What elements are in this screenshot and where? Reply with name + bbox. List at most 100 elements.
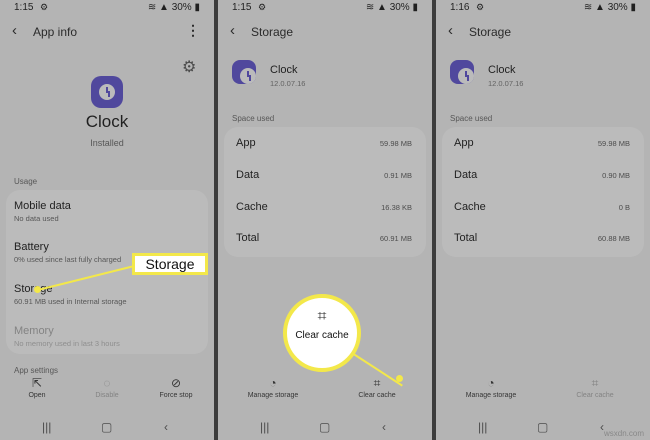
row-value: 59.98 MB (379, 139, 412, 148)
system-nav-bar: ||| ▢ ‹ (0, 414, 214, 440)
item-subtitle: 0% used since last fully charged (14, 255, 122, 264)
back-arrow-icon[interactable]: ‹ (230, 22, 235, 39)
screen-title: App info (33, 25, 78, 39)
row-label: Data (454, 169, 478, 181)
screen-title: Storage (251, 25, 294, 39)
status-right: ≋ ▲ 30% ▮ (584, 2, 636, 13)
row-value: 0.90 MB (602, 171, 630, 180)
back-arrow-icon[interactable]: ‹ (448, 22, 453, 39)
space-used-card: App 59.98 MB Data 0.90 MB Cache 0 B Tota… (442, 127, 644, 257)
app-name: Clock (85, 112, 129, 131)
status-right: ≋ ▲ 30% ▮ (366, 2, 418, 13)
app-bar: ‹ App info ⋮ (12, 22, 204, 42)
storage-row-cache: Cache 16.38 KB (236, 201, 412, 219)
open-button[interactable]: ⇱ Open (2, 376, 72, 399)
screen-title: Storage (469, 25, 512, 39)
wifi-icon: ≋ (365, 2, 375, 13)
app-bar: ‹ Storage (230, 22, 422, 42)
space-used-header: Space used (450, 114, 493, 123)
recents-icon[interactable]: ||| (478, 420, 487, 434)
back-nav-icon[interactable]: ‹ (164, 420, 168, 434)
recents-icon[interactable]: ||| (42, 420, 51, 434)
storage-callout: Storage (132, 253, 208, 275)
battery-percent: 30% (171, 2, 192, 13)
wifi-icon: ≋ (583, 2, 593, 13)
usage-item-mobile-data[interactable]: Mobile data No data used (14, 200, 71, 223)
action-label: Disable (95, 392, 119, 399)
status-bar: 1:16 ⚙ ≋ ▲ 30% ▮ (450, 2, 636, 16)
status-bar: 1:15 ⚙ ≋ ▲ 30% ▮ (232, 2, 418, 16)
usage-section-header: Usage (14, 177, 38, 186)
home-icon[interactable]: ▢ (537, 420, 548, 434)
force-stop-button[interactable]: ⊘ Force stop (141, 376, 211, 399)
action-label: Clear cache (576, 392, 614, 399)
clock-app-icon (91, 76, 123, 108)
signal-icon: ▲ (377, 2, 387, 13)
storage-row-data: Data 0.90 MB (454, 169, 630, 187)
usage-item-storage[interactable]: Storage 60.91 MB used in Internal storag… (14, 283, 127, 306)
home-icon[interactable]: ▢ (101, 420, 112, 434)
status-right: ≋ ▲ 30% ▮ (148, 2, 200, 13)
app-version: 12.0.07.16 (270, 79, 306, 88)
bottom-action-bar: ⇱ Open ◌ Disable ⊘ Force stop (0, 376, 214, 410)
disable-button[interactable]: ◌ Disable (72, 376, 142, 399)
bottom-action-bar: ◔ Manage storage ⌗ Clear cache (436, 376, 650, 410)
row-label: Cache (236, 201, 268, 213)
open-external-icon: ⇱ (31, 376, 43, 390)
storage-row-total: Total 60.91 MB (236, 232, 412, 250)
callout-dot-storage (34, 286, 41, 293)
item-title: Memory (14, 325, 54, 337)
item-title: Storage (14, 283, 127, 295)
status-time: 1:15 (232, 2, 252, 13)
usage-item-battery[interactable]: Battery 0% used since last fully charged (14, 241, 121, 264)
app-bar: ‹ Storage (448, 22, 640, 42)
row-value: 0.91 MB (384, 171, 412, 180)
recents-icon[interactable]: ||| (260, 420, 269, 434)
more-options-icon[interactable]: ⋮ (186, 22, 200, 39)
clear-cache-spotlight: ⌗ Clear cache (283, 294, 361, 372)
spotlight-label: Clear cache (295, 330, 349, 341)
settings-gear-icon[interactable]: ⚙ (182, 60, 198, 76)
manage-storage-button[interactable]: ◔ Manage storage (456, 376, 526, 399)
item-title: Battery (14, 241, 49, 253)
pie-chart-icon: ◔ (269, 376, 277, 390)
battery-percent: 30% (389, 2, 410, 13)
battery-icon: ▮ (412, 2, 418, 13)
item-title: Mobile data (14, 200, 71, 212)
status-gear-icon: ⚙ (40, 2, 49, 12)
row-value: 60.91 MB (379, 234, 412, 243)
app-settings-section-header: App settings (14, 366, 59, 375)
app-info-screen: 1:15 ⚙ ≋ ▲ 30% ▮ ‹ App info ⋮ ⚙ Clock In… (0, 0, 214, 440)
row-value: 59.98 MB (597, 139, 630, 148)
row-label: Cache (454, 201, 486, 213)
status-bar: 1:15 ⚙ ≋ ▲ 30% ▮ (14, 2, 200, 16)
battery-icon: ▮ (194, 2, 200, 13)
row-value: 16.38 KB (381, 203, 412, 212)
app-name: Clock (270, 64, 298, 76)
usage-item-memory[interactable]: Memory No memory used in last 3 hours (14, 325, 120, 348)
pie-chart-icon: ◔ (487, 376, 495, 390)
back-arrow-icon[interactable]: ‹ (12, 22, 17, 39)
broom-icon: ⌗ (591, 376, 599, 390)
status-gear-icon: ⚙ (476, 2, 485, 12)
app-version: 12.0.07.16 (488, 79, 524, 88)
row-label: App (454, 137, 474, 149)
home-icon[interactable]: ▢ (319, 420, 330, 434)
space-used-card: App 59.98 MB Data 0.91 MB Cache 16.38 KB… (224, 127, 426, 257)
callout-dot-clear-cache (396, 375, 403, 382)
action-label: Clear cache (358, 392, 396, 399)
app-status: Installed (90, 138, 124, 148)
storage-screen-after: 1:16 ⚙ ≋ ▲ 30% ▮ ‹ Storage Clock 12.0.07… (436, 0, 650, 440)
manage-storage-button[interactable]: ◔ Manage storage (238, 376, 308, 399)
disable-icon: ◌ (103, 376, 111, 390)
row-label: Total (236, 232, 260, 244)
action-label: Open (28, 392, 46, 399)
back-nav-icon[interactable]: ‹ (382, 420, 386, 434)
clear-cache-button[interactable]: ⌗ Clear cache (560, 376, 630, 399)
status-time: 1:16 (450, 2, 470, 13)
app-name: Clock (488, 64, 516, 76)
clock-app-icon (450, 60, 474, 84)
signal-icon: ▲ (595, 2, 605, 13)
force-stop-icon: ⊘ (170, 376, 182, 390)
item-subtitle: 60.91 MB used in Internal storage (14, 297, 127, 306)
